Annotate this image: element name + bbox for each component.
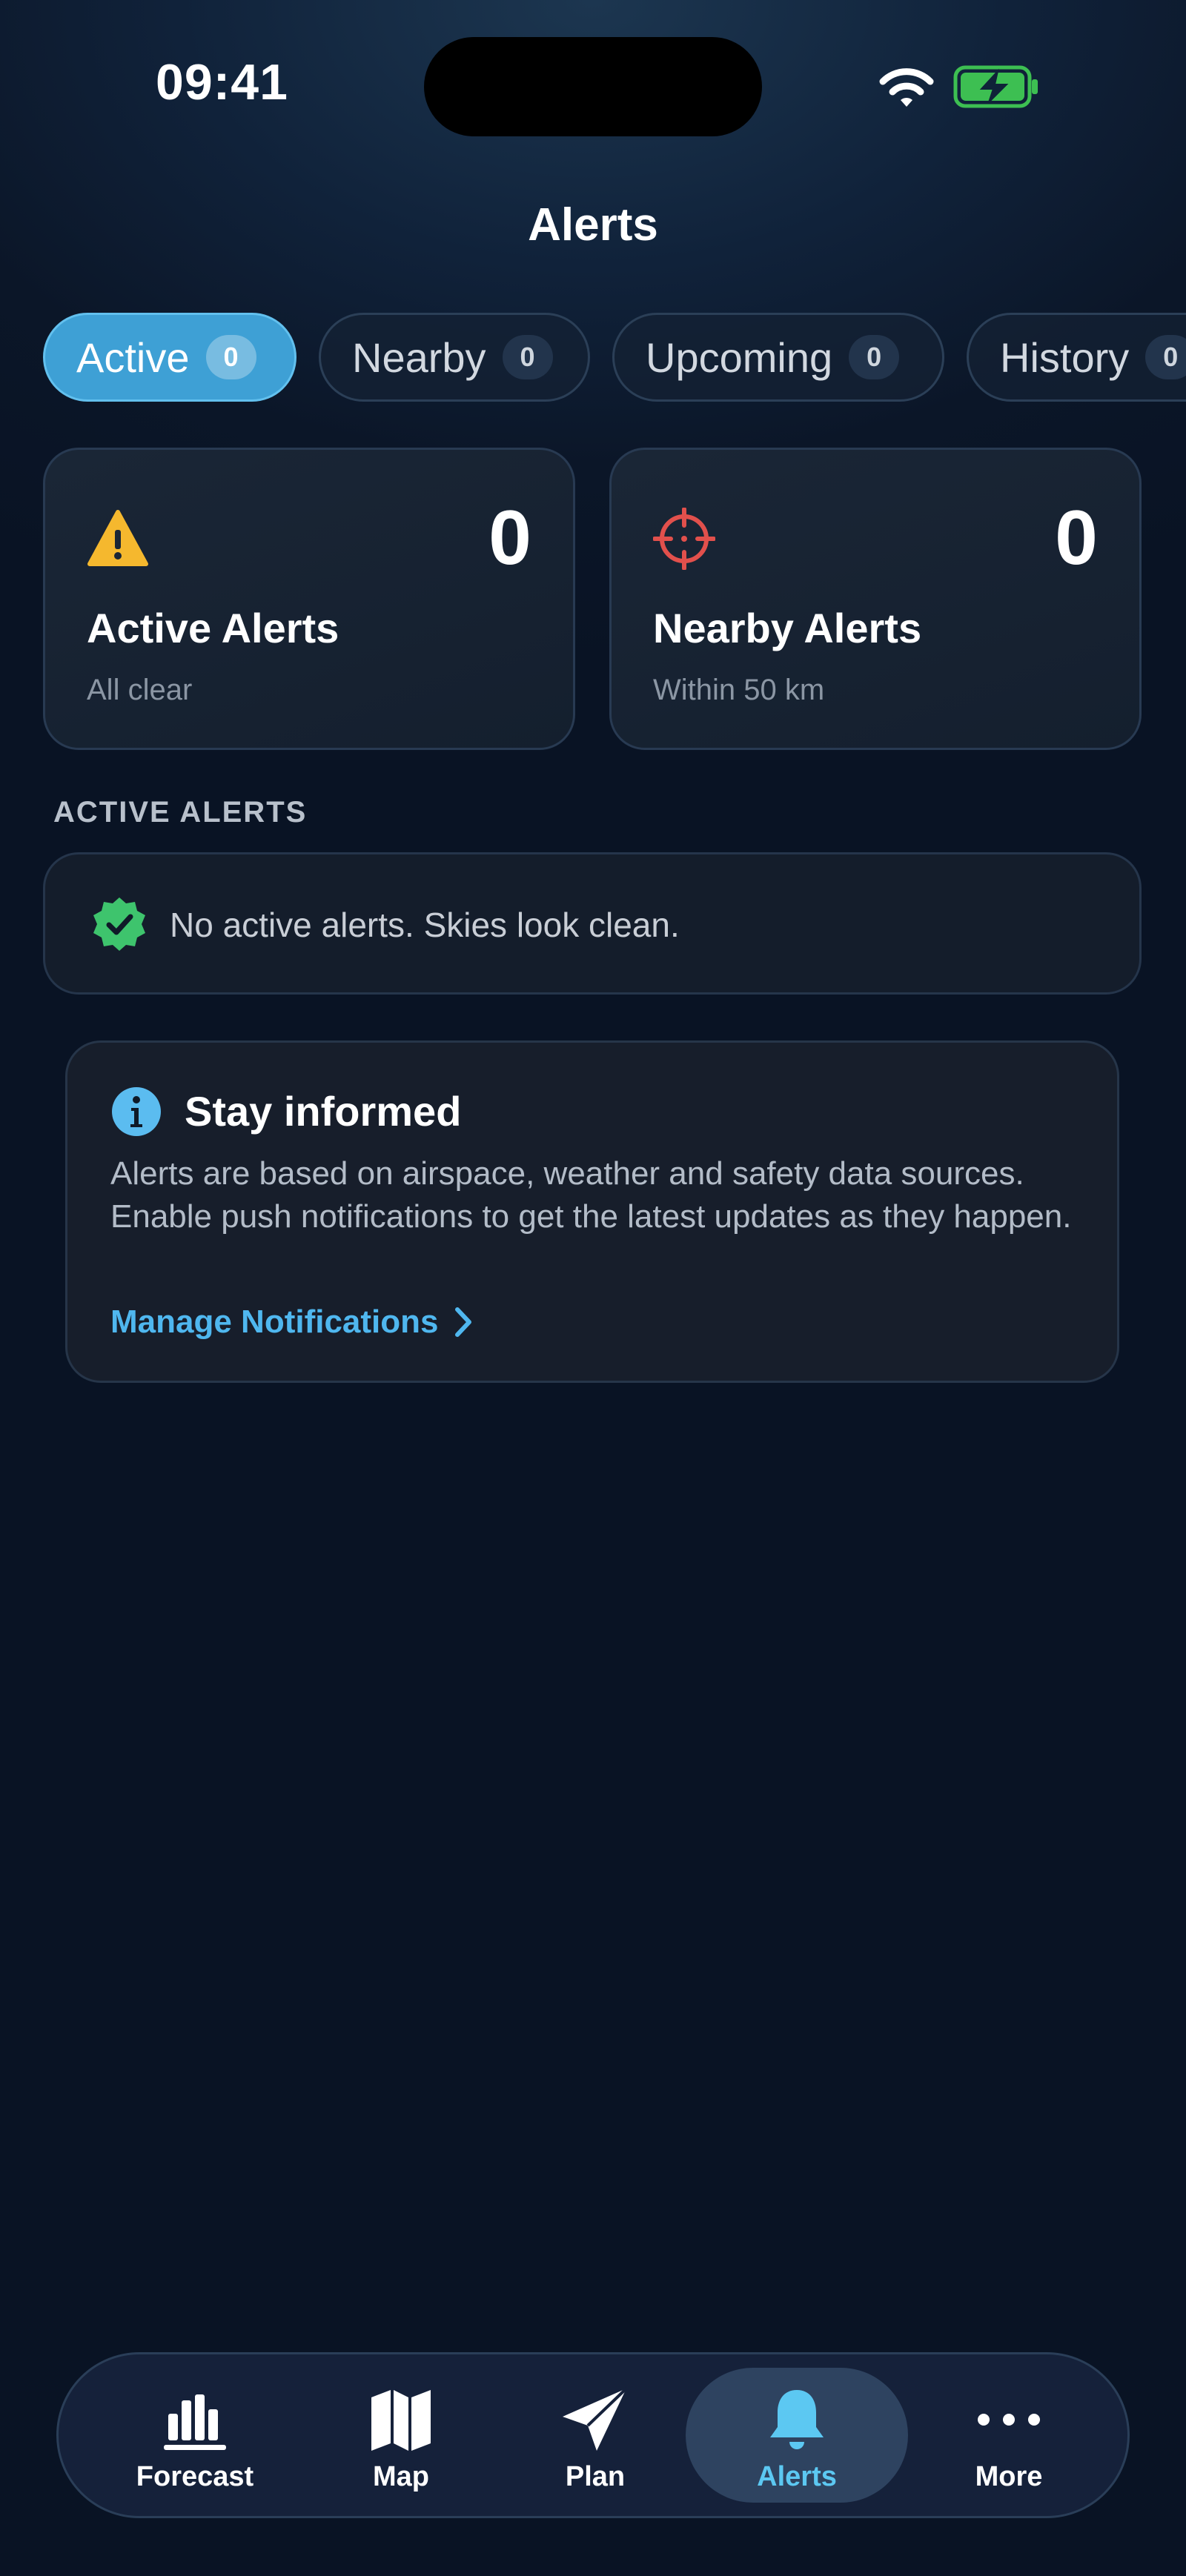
info-icon — [112, 1087, 161, 1136]
active-alerts-label: Active Alerts — [87, 605, 339, 651]
bar-chart-icon — [164, 2394, 226, 2450]
tab-count-badge: 0 — [502, 335, 553, 379]
tab-nearby[interactable]: Nearby 0 — [319, 313, 590, 402]
nav-label: Forecast — [136, 2461, 254, 2492]
empty-alerts-card: No active alerts. Skies look clean. — [43, 852, 1142, 995]
nearby-alerts-label: Nearby Alerts — [653, 605, 922, 651]
info-title: Stay informed — [185, 1088, 462, 1135]
crosshair-icon — [653, 508, 715, 570]
tab-label: Active — [76, 333, 190, 381]
tab-count-badge: 0 — [1145, 335, 1186, 379]
nearby-alerts-sub: Within 50 km — [653, 674, 825, 706]
manage-notifications-label: Manage Notifications — [110, 1304, 439, 1340]
active-alerts-sub: All clear — [87, 674, 193, 706]
tab-history[interactable]: History 0 — [967, 313, 1186, 402]
status-time: 09:41 — [156, 54, 288, 110]
active-alerts-card[interactable]: 0 Active Alerts All clear — [43, 448, 575, 750]
section-title: ACTIVE ALERTS — [53, 796, 308, 829]
verified-check-icon — [93, 897, 145, 951]
bottom-nav: Forecast Map Plan Alerts More — [56, 2352, 1130, 2518]
info-card: Stay informed Alerts are based on airspa… — [65, 1040, 1119, 1383]
wifi-icon — [879, 68, 934, 107]
tab-label: Upcoming — [646, 333, 833, 381]
dynamic-island — [424, 37, 762, 136]
nav-label: Alerts — [757, 2461, 837, 2492]
nearby-alerts-card[interactable]: 0 Nearby Alerts Within 50 km — [609, 448, 1142, 750]
tab-count-badge: 0 — [205, 335, 256, 379]
tab-upcoming[interactable]: Upcoming 0 — [612, 313, 944, 402]
tab-label: Nearby — [352, 333, 486, 381]
more-dots-icon — [978, 2414, 1040, 2426]
empty-alerts-text: No active alerts. Skies look clean. — [170, 906, 680, 944]
chevron-right-icon — [454, 1307, 471, 1337]
nav-label: Map — [373, 2461, 429, 2492]
tab-label: History — [1000, 333, 1130, 381]
battery-icon — [953, 65, 1038, 108]
nav-item-plan[interactable]: Plan — [484, 2368, 706, 2503]
nav-label: More — [975, 2461, 1043, 2492]
warning-triangle-icon — [87, 510, 148, 566]
manage-notifications-link[interactable]: Manage Notifications — [110, 1304, 473, 1341]
bell-icon — [770, 2390, 824, 2449]
nav-item-forecast[interactable]: Forecast — [84, 2368, 306, 2503]
nearby-alerts-count: 0 — [1055, 495, 1098, 581]
active-alerts-count: 0 — [488, 495, 531, 581]
nav-item-alerts[interactable]: Alerts — [686, 2368, 908, 2503]
tab-count-badge: 0 — [849, 335, 900, 379]
info-body: Alerts are based on airspace, weather an… — [110, 1155, 1072, 1235]
nav-item-map[interactable]: Map — [290, 2368, 512, 2503]
nav-item-more[interactable]: More — [898, 2368, 1120, 2503]
page-title: Alerts — [528, 199, 658, 250]
paper-plane-icon — [563, 2387, 628, 2451]
map-icon — [371, 2390, 431, 2451]
nav-label: Plan — [565, 2461, 626, 2492]
tab-active[interactable]: Active 0 — [43, 313, 296, 402]
